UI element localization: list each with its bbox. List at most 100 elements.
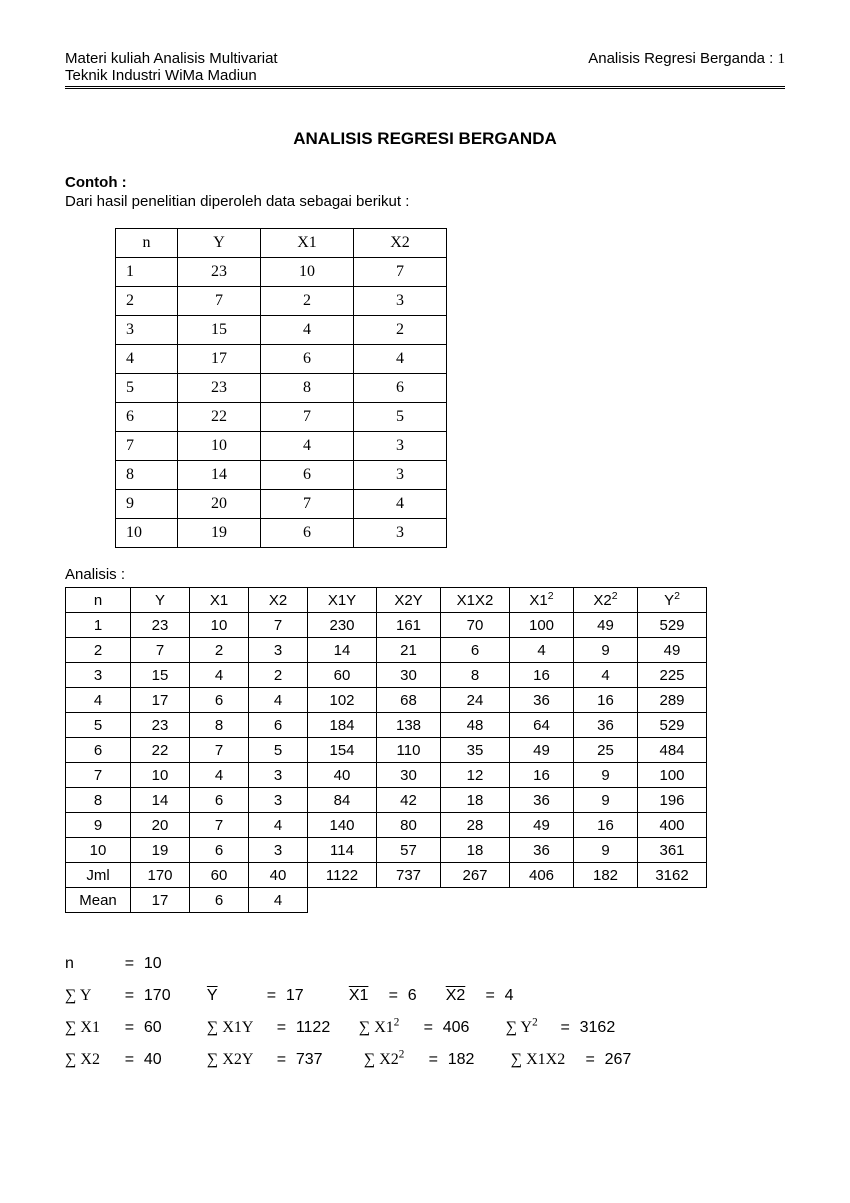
table-cell: 7 [116, 432, 178, 461]
sum-y-value: 170 [144, 980, 189, 1012]
table-cell: 3 [116, 316, 178, 345]
table-cell: 8 [116, 461, 178, 490]
summary-row-means: ∑ Y = 170 Y = 17 X1 = 6 X2 = 4 [65, 980, 785, 1012]
sum-x1sq-label: ∑ X12 [359, 1012, 414, 1044]
col-x2: X2 [249, 588, 308, 613]
table-cell: 3 [354, 432, 447, 461]
col-x2sq: X22 [574, 588, 638, 613]
equals-sign: = [383, 980, 403, 1012]
equals-sign: = [261, 980, 281, 1012]
table-cell: 6 [66, 738, 131, 763]
table-cell: 49 [510, 738, 574, 763]
data-table: n Y X1 X2 123107272331542417645238662275… [115, 228, 447, 548]
table-cell: 7 [261, 490, 354, 519]
table-cell: 10 [116, 519, 178, 548]
table-row: 4176410268243616289 [66, 688, 707, 713]
table-cell: 6 [249, 713, 308, 738]
table-cell: 3 [354, 519, 447, 548]
table-cell: 4 [249, 888, 308, 913]
table-cell: 8 [190, 713, 249, 738]
table-cell: 14 [178, 461, 261, 490]
equals-sign: = [580, 1044, 600, 1076]
table-cell: 1122 [308, 863, 377, 888]
table-cell: 21 [377, 638, 441, 663]
table-cell: 9 [66, 813, 131, 838]
table-cell: 6 [441, 638, 510, 663]
table-cell: 8 [261, 374, 354, 403]
table-cell: 3 [249, 638, 308, 663]
table-cell: 361 [638, 838, 707, 863]
table-cell: 6 [261, 461, 354, 490]
sum-y-label: ∑ Y [65, 980, 115, 1012]
table-cell: 70 [441, 613, 510, 638]
table-cell: 16 [510, 663, 574, 688]
table-cell: 16 [510, 763, 574, 788]
page-title: ANALISIS REGRESI BERGANDA [65, 129, 785, 149]
table-row: 9207414080284916400 [66, 813, 707, 838]
table-cell: 10 [178, 432, 261, 461]
example-description: Dari hasil penelitian diperoleh data seb… [65, 193, 785, 210]
analysis-label: Analisis : [65, 566, 785, 583]
table-cell: 7 [261, 403, 354, 432]
col-y: Y [131, 588, 190, 613]
table-row: 92074 [116, 490, 447, 519]
table-cell: 49 [638, 638, 707, 663]
table-cell: 23 [178, 374, 261, 403]
table-cell: 80 [377, 813, 441, 838]
table-cell: 161 [377, 613, 441, 638]
table-cell: 5 [66, 713, 131, 738]
table-sum-row: Jml170604011227372674061823162 [66, 863, 707, 888]
table-header-row: n Y X1 X2 X1Y X2Y X1X2 X12 X22 Y2 [66, 588, 707, 613]
table-cell: 4 [249, 688, 308, 713]
table-cell: 9 [574, 638, 638, 663]
table-cell: 6 [261, 345, 354, 374]
table-cell: 22 [131, 738, 190, 763]
table-cell: 4 [190, 763, 249, 788]
table-cell: 6 [190, 838, 249, 863]
header-section: Analisis Regresi Berganda : [588, 50, 777, 67]
table-cell: 184 [308, 713, 377, 738]
table-cell: 60 [308, 663, 377, 688]
col-x2y: X2Y [377, 588, 441, 613]
table-cell: 36 [510, 688, 574, 713]
table-cell: 3162 [638, 863, 707, 888]
table-cell: 57 [377, 838, 441, 863]
sum-x1-label: ∑ X1 [65, 1012, 115, 1044]
sum-x2sq-value: 182 [448, 1044, 493, 1076]
sum-x1y-value: 1122 [296, 1012, 341, 1044]
col-x1: X1 [190, 588, 249, 613]
summary-row-x2: ∑ X2 = 40 ∑ X2Y = 737 ∑ X22 = 182 ∑ X1X2… [65, 1044, 785, 1076]
table-cell: 114 [308, 838, 377, 863]
sum-x2-value: 40 [144, 1044, 189, 1076]
table-cell: 15 [131, 663, 190, 688]
table-cell: 5 [249, 738, 308, 763]
table-cell: 267 [441, 863, 510, 888]
summary-row-n: n = 10 [65, 948, 785, 980]
equals-sign: = [271, 1044, 291, 1076]
table-cell: 7 [190, 738, 249, 763]
table-cell: 4 [354, 345, 447, 374]
table-cell: 6 [190, 688, 249, 713]
table-cell: 196 [638, 788, 707, 813]
sum-x2y-value: 737 [296, 1044, 346, 1076]
table-cell: 28 [441, 813, 510, 838]
x1bar-label: X1 [349, 980, 379, 1012]
table-row: 52386184138486436529 [66, 713, 707, 738]
header-course: Materi kuliah Analisis Multivariat [65, 50, 278, 67]
table-cell: 14 [131, 788, 190, 813]
table-cell: 4 [249, 813, 308, 838]
table-cell: 4 [261, 432, 354, 461]
table-row: 41764 [116, 345, 447, 374]
table-cell: 406 [510, 863, 574, 888]
table-cell: 737 [377, 863, 441, 888]
table-cell: 100 [510, 613, 574, 638]
table-cell: 10 [66, 838, 131, 863]
analysis-table: n Y X1 X2 X1Y X2Y X1X2 X12 X22 Y2 123107… [65, 587, 707, 913]
equals-sign: = [423, 1044, 443, 1076]
table-cell: 4 [261, 316, 354, 345]
table-cell: 170 [131, 863, 190, 888]
table-cell: 6 [354, 374, 447, 403]
table-cell: 140 [308, 813, 377, 838]
table-cell: 12 [441, 763, 510, 788]
table-row: 123107 [116, 258, 447, 287]
